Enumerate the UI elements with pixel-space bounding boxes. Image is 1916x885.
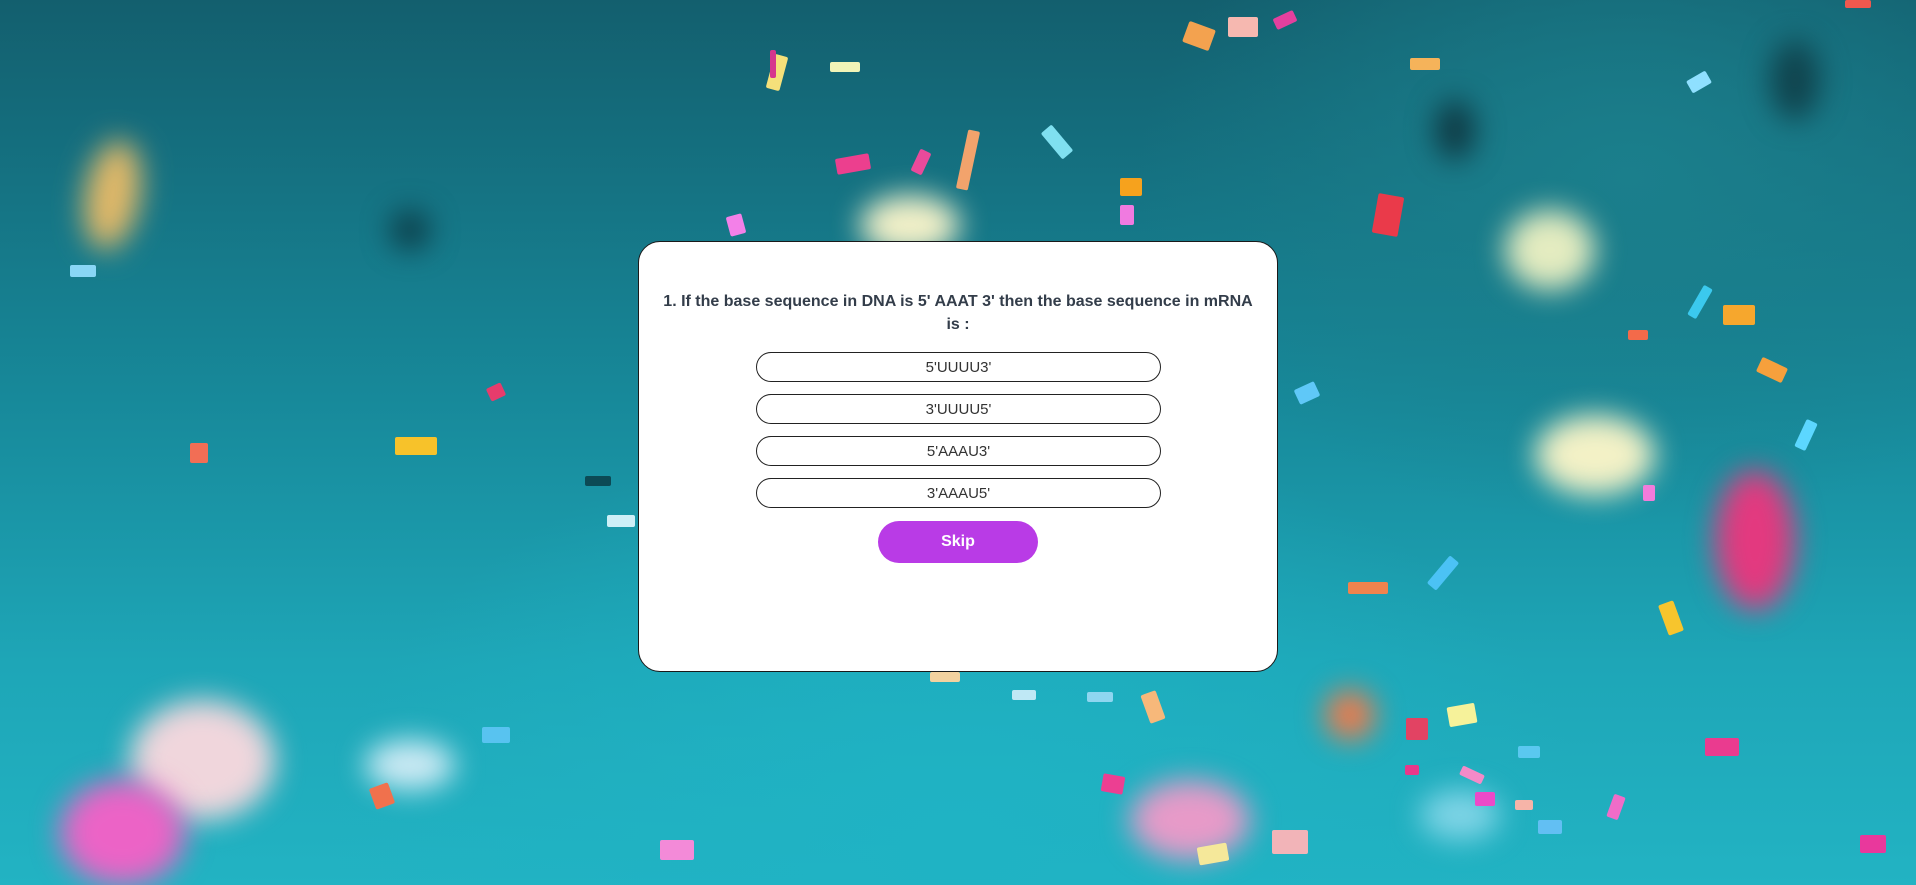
- confetti-blob: [365, 740, 455, 790]
- confetti-blob: [1505, 210, 1595, 290]
- confetti-piece: [1100, 773, 1126, 795]
- confetti-piece: [1723, 305, 1755, 325]
- confetti-piece: [190, 443, 208, 463]
- confetti-piece: [1228, 17, 1258, 37]
- confetti-piece: [955, 129, 981, 191]
- confetti-piece: [1518, 746, 1540, 758]
- confetti-blob: [1435, 100, 1475, 160]
- quiz-card: 1. If the base sequence in DNA is 5' AAA…: [638, 241, 1278, 672]
- answer-option-2[interactable]: 3'UUUU5': [756, 394, 1161, 424]
- confetti-blob: [60, 780, 185, 885]
- confetti-piece: [1040, 124, 1074, 160]
- confetti-piece: [1405, 765, 1419, 775]
- confetti-piece: [1182, 20, 1216, 52]
- confetti-piece: [1538, 820, 1562, 834]
- confetti-piece: [1426, 555, 1460, 591]
- confetti-piece: [1705, 738, 1739, 756]
- confetti-piece: [1410, 58, 1440, 70]
- confetti-piece: [1755, 356, 1789, 384]
- answer-option-3[interactable]: 5'AAAU3': [756, 436, 1161, 466]
- confetti-piece: [1120, 205, 1134, 225]
- confetti-piece: [1658, 600, 1684, 636]
- confetti-piece: [830, 62, 860, 72]
- confetti-piece: [482, 727, 510, 743]
- confetti-piece: [1120, 178, 1142, 196]
- confetti-piece: [585, 476, 611, 486]
- answer-option-1[interactable]: 5'UUUU3': [756, 352, 1161, 382]
- confetti-piece: [1272, 830, 1308, 854]
- confetti-piece: [1293, 381, 1321, 405]
- confetti-piece: [1087, 692, 1113, 702]
- confetti-piece: [834, 153, 872, 175]
- question-text: 1. If the base sequence in DNA is 5' AAA…: [663, 293, 1253, 333]
- confetti-piece: [395, 437, 437, 455]
- confetti-piece: [1140, 690, 1166, 724]
- confetti-piece: [930, 672, 960, 682]
- confetti-piece: [1860, 835, 1886, 853]
- confetti-piece: [1845, 0, 1871, 8]
- confetti-piece: [1606, 793, 1626, 821]
- confetti-piece: [1475, 792, 1495, 806]
- confetti-piece: [1196, 842, 1230, 866]
- confetti-piece: [1687, 284, 1713, 320]
- confetti-piece: [1012, 690, 1036, 700]
- confetti-piece: [660, 840, 694, 860]
- confetti-piece: [725, 213, 747, 237]
- confetti-blob: [75, 136, 150, 254]
- skip-button[interactable]: Skip: [878, 521, 1038, 563]
- confetti-blob: [390, 210, 430, 250]
- confetti-piece: [1406, 718, 1428, 740]
- confetti-piece: [1272, 9, 1298, 31]
- answer-option-4[interactable]: 3'AAAU5': [756, 478, 1161, 508]
- confetti-piece: [910, 148, 932, 176]
- confetti-blob: [1770, 40, 1820, 120]
- confetti-piece: [1371, 193, 1405, 237]
- confetti-blob: [1715, 470, 1795, 610]
- confetti-piece: [1628, 330, 1648, 340]
- confetti-blob: [1535, 415, 1655, 495]
- confetti-piece: [1685, 70, 1713, 94]
- confetti-piece: [70, 265, 96, 277]
- confetti-blob: [1130, 780, 1250, 860]
- confetti-piece: [1515, 800, 1533, 810]
- confetti-piece: [485, 382, 507, 402]
- confetti-blob: [1325, 690, 1375, 740]
- confetti-piece: [770, 50, 776, 78]
- confetti-piece: [1348, 582, 1388, 594]
- confetti-piece: [1459, 765, 1485, 785]
- confetti-piece: [1643, 485, 1655, 501]
- confetti-piece: [1794, 418, 1818, 452]
- confetti-piece: [1446, 702, 1478, 728]
- confetti-piece: [607, 515, 635, 527]
